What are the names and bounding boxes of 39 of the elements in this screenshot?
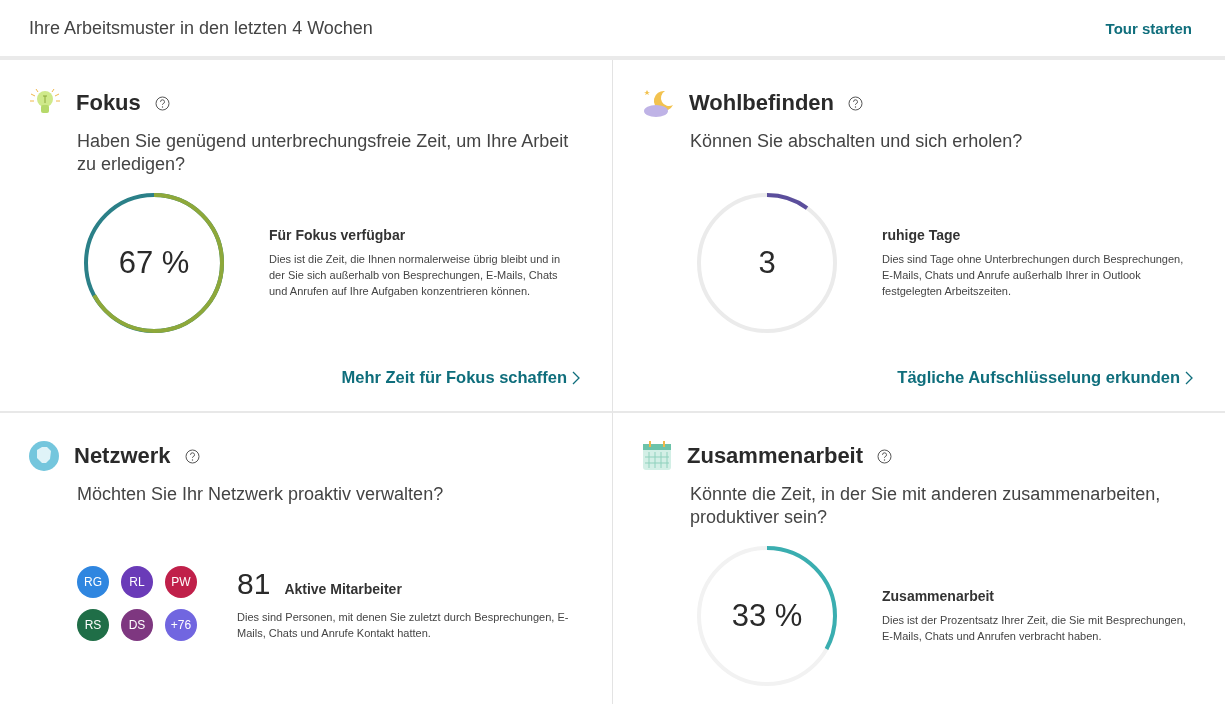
explore-link[interactable]: Mehr Zeit für Fokus schaffen (341, 368, 580, 387)
ring-value: 67 % (118, 245, 190, 281)
card-title: Fokus (76, 90, 141, 116)
avatar[interactable]: DS (121, 609, 153, 641)
card-title: Wohlbefinden (689, 90, 835, 116)
avatar[interactable]: PW (165, 566, 197, 598)
card-question: Haben Sie genügend unterbrechungsfreie Zeit, um Ihre Arbeit zu erledigen? (77, 130, 570, 176)
avatar[interactable]: RL (121, 566, 153, 598)
chevron-right-icon (572, 370, 580, 385)
metric-label: Aktive Mitarbeiter (284, 580, 402, 597)
metric-description: Dies sind Tage ohne Unterbrechungen durch Besprechungen, E-Mails, Chats und Anrufe außerhalb Ihrer in Outlook festgelegten Arbeitszeiten. (882, 252, 1185, 299)
help-icon[interactable] (154, 95, 170, 111)
help-icon[interactable] (877, 448, 893, 464)
avatar[interactable]: +76 (165, 609, 197, 641)
card-title: Netzwerk (74, 443, 171, 469)
avatar[interactable]: RS (77, 609, 109, 641)
collaborator-count: 81 (237, 566, 271, 601)
metric-label: Zusammenarbeit (882, 588, 996, 604)
avatar[interactable]: RG (77, 566, 109, 598)
help-icon[interactable] (184, 448, 200, 464)
explore-link[interactable]: Tägliche Aufschlüsselung erkunden (897, 368, 1193, 387)
metric-description: Dies ist die Zeit, die Ihnen normalerweise übrig bleibt und in der Sie sich außerhalb von Besprechungen, E-Mails, Chats und Anrufen auf Ihre Aufgaben konzentrieren können. (269, 252, 562, 299)
metric-description: Dies ist der Prozentsatz Ihrer Zeit, die Sie mit Besprechungen, E-Mails, Chats und Anrufen verbracht haben. (882, 613, 1187, 644)
ring-value: 3 (758, 245, 776, 281)
ring-value: 33 % (731, 598, 803, 634)
chevron-right-icon (1185, 370, 1193, 385)
calendar-icon (641, 440, 673, 472)
card-title: Zusammenarbeit (687, 443, 864, 469)
page-title: Ihre Arbeitsmuster in den letzten 4 Wochen (29, 17, 373, 39)
card-question: Möchten Sie Ihr Netzwerk proaktiv verwalten? (77, 483, 445, 506)
help-icon[interactable] (848, 95, 864, 111)
metric-description: Dies sind Personen, mit denen Sie zuletzt durch Besprechungen, E-Mails, Chats und Anrufe Kontakt hatten. (237, 609, 570, 641)
moon-cloud-icon (641, 88, 675, 118)
card-question: Könnte die Zeit, in der Sie mit anderen zusammenarbeiten, produktiver sein? (690, 483, 1162, 529)
card-question: Können Sie abschalten und sich erholen? (690, 130, 1024, 153)
metric-label: ruhige Tage (882, 227, 962, 243)
metric-label: Für Fokus verfügbar (269, 227, 407, 243)
tour-link[interactable]: Tour starten (1105, 19, 1192, 37)
globe-icon (28, 440, 60, 472)
